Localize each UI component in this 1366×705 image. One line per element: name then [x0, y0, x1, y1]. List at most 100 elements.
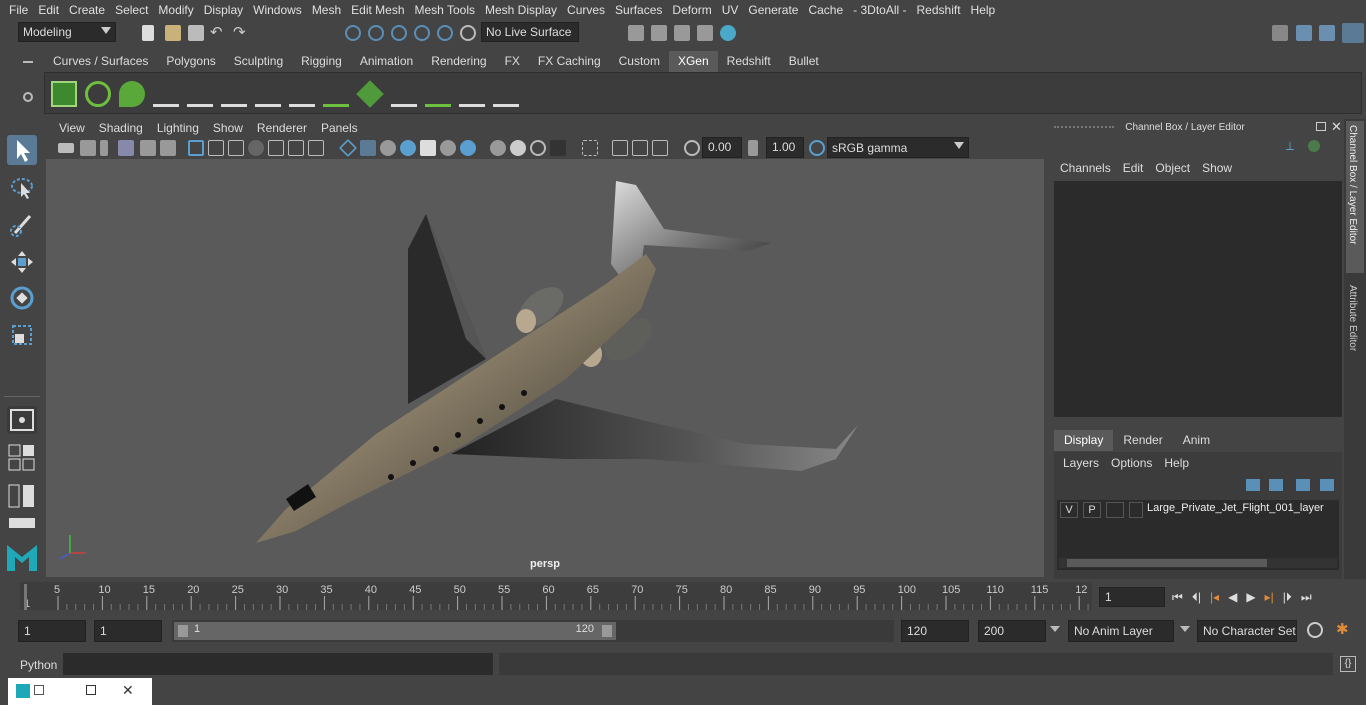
go-to-start-icon[interactable]: ⏮ [1172, 590, 1183, 605]
use-all-lights-icon[interactable] [420, 140, 436, 156]
color-space-dropdown[interactable]: sRGB gamma [827, 137, 969, 158]
layer-visibility-toggle[interactable]: V [1060, 502, 1078, 518]
time-slider[interactable]: 1 5 10 15 20 25 30 35 40 45 50 55 60 65 70 75 80 85 90 95 10… [20, 582, 1092, 610]
xray-joints-icon[interactable] [612, 140, 628, 156]
xgen-description-icon[interactable] [119, 81, 145, 107]
channel-box-toggle-icon[interactable] [1342, 23, 1364, 43]
layer-menu-help[interactable]: Help [1158, 456, 1195, 470]
color-management-icon[interactable] [809, 140, 825, 156]
playback-end-field[interactable]: 120 [901, 620, 969, 642]
menu-mesh-display[interactable]: Mesh Display [480, 3, 562, 17]
range-slider[interactable]: 1 120 [172, 620, 894, 642]
exposure-field[interactable]: 0.00 [702, 137, 742, 158]
layer-menu-options[interactable]: Options [1105, 456, 1158, 470]
camera-attributes-icon[interactable] [80, 140, 96, 156]
attribute-editor-toggle-icon[interactable] [1296, 25, 1312, 41]
animation-start-field[interactable]: 1 [18, 620, 86, 642]
single-view-layout-icon[interactable] [7, 406, 37, 434]
layer-menu-layers[interactable]: Layers [1057, 456, 1105, 470]
xgen-guide-add-icon[interactable] [221, 81, 247, 107]
xgen-guides-add-icon[interactable] [153, 81, 179, 107]
menu-windows[interactable]: Windows [248, 3, 307, 17]
viewport-menu-renderer[interactable]: Renderer [250, 121, 314, 135]
open-scene-icon[interactable] [165, 25, 181, 41]
step-forward-key-icon[interactable]: ▸| [1265, 590, 1274, 604]
side-tab-attribute-editor[interactable]: Attribute Editor [1346, 281, 1364, 371]
xgen-editor-icon[interactable] [51, 81, 77, 107]
chevron-down-icon[interactable] [1180, 626, 1190, 632]
script-editor-icon[interactable]: {} [1340, 656, 1356, 672]
layer-color-swatch[interactable] [1129, 502, 1143, 518]
range-slider-start-grip[interactable] [178, 625, 188, 637]
xgen-guides-move-icon[interactable] [187, 81, 213, 107]
axis-icon[interactable]: ⟂ [1286, 139, 1300, 153]
side-tab-channel-box[interactable]: Channel Box / Layer Editor [1346, 121, 1364, 273]
move-layer-up-icon[interactable] [1246, 479, 1260, 491]
shelf-tab-redshift[interactable]: Redshift [718, 51, 780, 72]
xray-components-icon[interactable] [632, 140, 648, 156]
layer-row[interactable]: V P Large_Private_Jet_Flight_001_layer [1057, 500, 1339, 520]
shelf-tab-curves-surfaces[interactable]: Curves / Surfaces [44, 51, 157, 72]
tab-render[interactable]: Render [1113, 430, 1172, 451]
depth-of-field-icon[interactable] [530, 140, 546, 156]
paint-select-tool-icon[interactable] [7, 209, 37, 239]
wireframe-on-shaded-icon[interactable] [380, 140, 396, 156]
maximize-icon[interactable] [86, 685, 96, 695]
menu-create[interactable]: Create [64, 3, 110, 17]
snap-grid-icon[interactable] [345, 25, 361, 41]
viewport-menu-lighting[interactable]: Lighting [150, 121, 206, 135]
save-scene-icon[interactable] [188, 25, 204, 41]
new-layer-icon[interactable] [1296, 479, 1310, 491]
screen-space-ao-icon[interactable] [460, 140, 476, 156]
restore-icon[interactable] [34, 685, 44, 695]
step-back-key-icon[interactable]: |◂ [1210, 590, 1219, 604]
shelf-menu-icon[interactable] [23, 61, 33, 63]
status-green-icon[interactable] [1308, 140, 1320, 152]
float-panel-icon[interactable] [1316, 122, 1326, 131]
viewport-menu-show[interactable]: Show [206, 121, 250, 135]
ipr-render-icon[interactable] [674, 25, 690, 41]
viewport-menu-view[interactable]: View [52, 121, 92, 135]
xgen-guide-sculpt-icon[interactable] [255, 81, 281, 107]
menu-mesh[interactable]: Mesh [307, 3, 346, 17]
viewport-menu-panels[interactable]: Panels [314, 121, 365, 135]
shelf-tab-custom[interactable]: Custom [610, 51, 669, 72]
minimized-window[interactable]: ✕ [8, 678, 152, 705]
xray-icon[interactable] [582, 140, 598, 156]
xgen-patch-icon[interactable] [356, 80, 384, 108]
menu-cache[interactable]: Cache [803, 3, 848, 17]
menu-edit[interactable]: Edit [33, 3, 64, 17]
layer-scrollbar[interactable] [1059, 558, 1337, 568]
layer-display-type-toggle[interactable] [1106, 502, 1124, 518]
chevron-down-icon[interactable] [1050, 626, 1060, 632]
playback-start-field[interactable]: 1 [94, 620, 162, 642]
snap-view-icon[interactable] [414, 25, 430, 41]
render-icon[interactable] [651, 25, 667, 41]
2d-pan-zoom-icon[interactable] [140, 140, 156, 156]
step-forward-frame-icon[interactable]: |⏵ [1283, 590, 1292, 605]
safe-title-icon[interactable] [308, 140, 324, 156]
viewport-menu-shading[interactable]: Shading [92, 121, 150, 135]
snap-surface-icon[interactable] [437, 25, 453, 41]
play-backwards-icon[interactable]: ◀ [1228, 590, 1237, 604]
tool-settings-toggle-icon[interactable] [1319, 25, 1335, 41]
new-scene-icon[interactable] [142, 25, 154, 41]
shelf-tab-xgen[interactable]: XGen [668, 51, 718, 72]
xgen-guide-bend-icon[interactable] [391, 81, 417, 107]
menu-3dtoall[interactable]: - 3DtoAll - [848, 3, 911, 17]
close-icon[interactable]: ✕ [1331, 119, 1342, 135]
exposure-icon[interactable] [684, 140, 700, 156]
step-back-frame-icon[interactable]: ⏴| [1192, 590, 1201, 605]
wireframe-icon[interactable] [338, 138, 358, 158]
xgen-remove-icon[interactable] [493, 81, 519, 107]
frame-icon[interactable] [652, 140, 668, 156]
close-icon[interactable]: ✕ [122, 682, 134, 699]
shadows-icon[interactable] [440, 140, 456, 156]
command-input[interactable] [63, 653, 493, 675]
image-plane-icon[interactable] [118, 140, 134, 156]
shelf-tab-rigging[interactable]: Rigging [292, 51, 351, 72]
snap-curve-icon[interactable] [368, 25, 384, 41]
shelf-tab-polygons[interactable]: Polygons [157, 51, 224, 72]
render-view-icon[interactable] [628, 25, 644, 41]
shelf-settings-gear-icon[interactable] [23, 92, 33, 102]
